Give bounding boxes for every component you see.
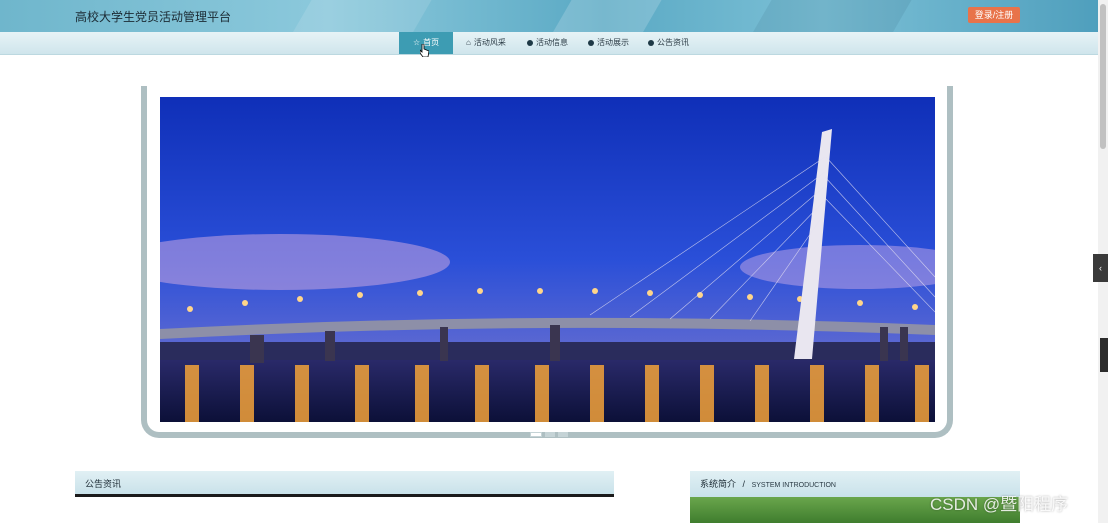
section-title: 系统简介 — [700, 479, 737, 489]
slider-dot[interactable] — [545, 432, 555, 437]
info-icon — [527, 40, 533, 46]
watermark: CSDN @暨阳程序 — [930, 495, 1069, 514]
main-nav: ☆ 首页 ⌂ 活动风采 活动信息 活动展示 公告资讯 — [0, 32, 1098, 55]
site-title: 高校大学生党员活动管理平台 — [75, 10, 232, 24]
mouse-cursor-icon — [420, 44, 429, 57]
section-separator: / — [742, 479, 746, 489]
side-widget[interactable] — [1100, 338, 1108, 372]
home-icon: ⌂ — [466, 38, 471, 47]
nav-item-activity-show[interactable]: 活动展示 — [588, 32, 629, 54]
site-header: 高校大学生党员活动管理平台 登录/注册 — [0, 0, 1098, 32]
notice-section-header: 公告资讯 — [75, 471, 614, 497]
slider-pagination — [530, 432, 568, 437]
nav-item-label: 活动风采 — [473, 38, 506, 47]
bridge-photo — [160, 97, 935, 422]
section-title: 公告资讯 — [85, 479, 122, 489]
nav-item-label: 活动信息 — [536, 38, 568, 47]
nav-item-label: 公告资讯 — [657, 38, 689, 47]
info-icon — [648, 40, 654, 46]
nav-item-activity-style[interactable]: ⌂ 活动风采 — [466, 32, 506, 54]
nav-item-label: 活动展示 — [597, 38, 629, 47]
slider-image[interactable] — [160, 97, 935, 422]
chevron-left-icon: ‹ — [1099, 263, 1102, 273]
scrollbar-thumb[interactable] — [1100, 4, 1106, 149]
info-icon — [588, 40, 594, 46]
slider-dot[interactable] — [558, 432, 568, 437]
section-subtitle: SYSTEM INTRODUCTION — [751, 482, 836, 489]
nav-item-activity-info[interactable]: 活动信息 — [527, 32, 568, 54]
slider-dot[interactable] — [530, 432, 542, 437]
chevron-right-icon[interactable]: › — [931, 255, 945, 275]
chevron-left-icon[interactable]: ‹ — [149, 255, 163, 275]
side-panel-toggle[interactable]: ‹ — [1093, 254, 1108, 282]
login-register-button[interactable]: 登录/注册 — [968, 7, 1020, 23]
nav-item-notice[interactable]: 公告资讯 — [648, 32, 689, 54]
